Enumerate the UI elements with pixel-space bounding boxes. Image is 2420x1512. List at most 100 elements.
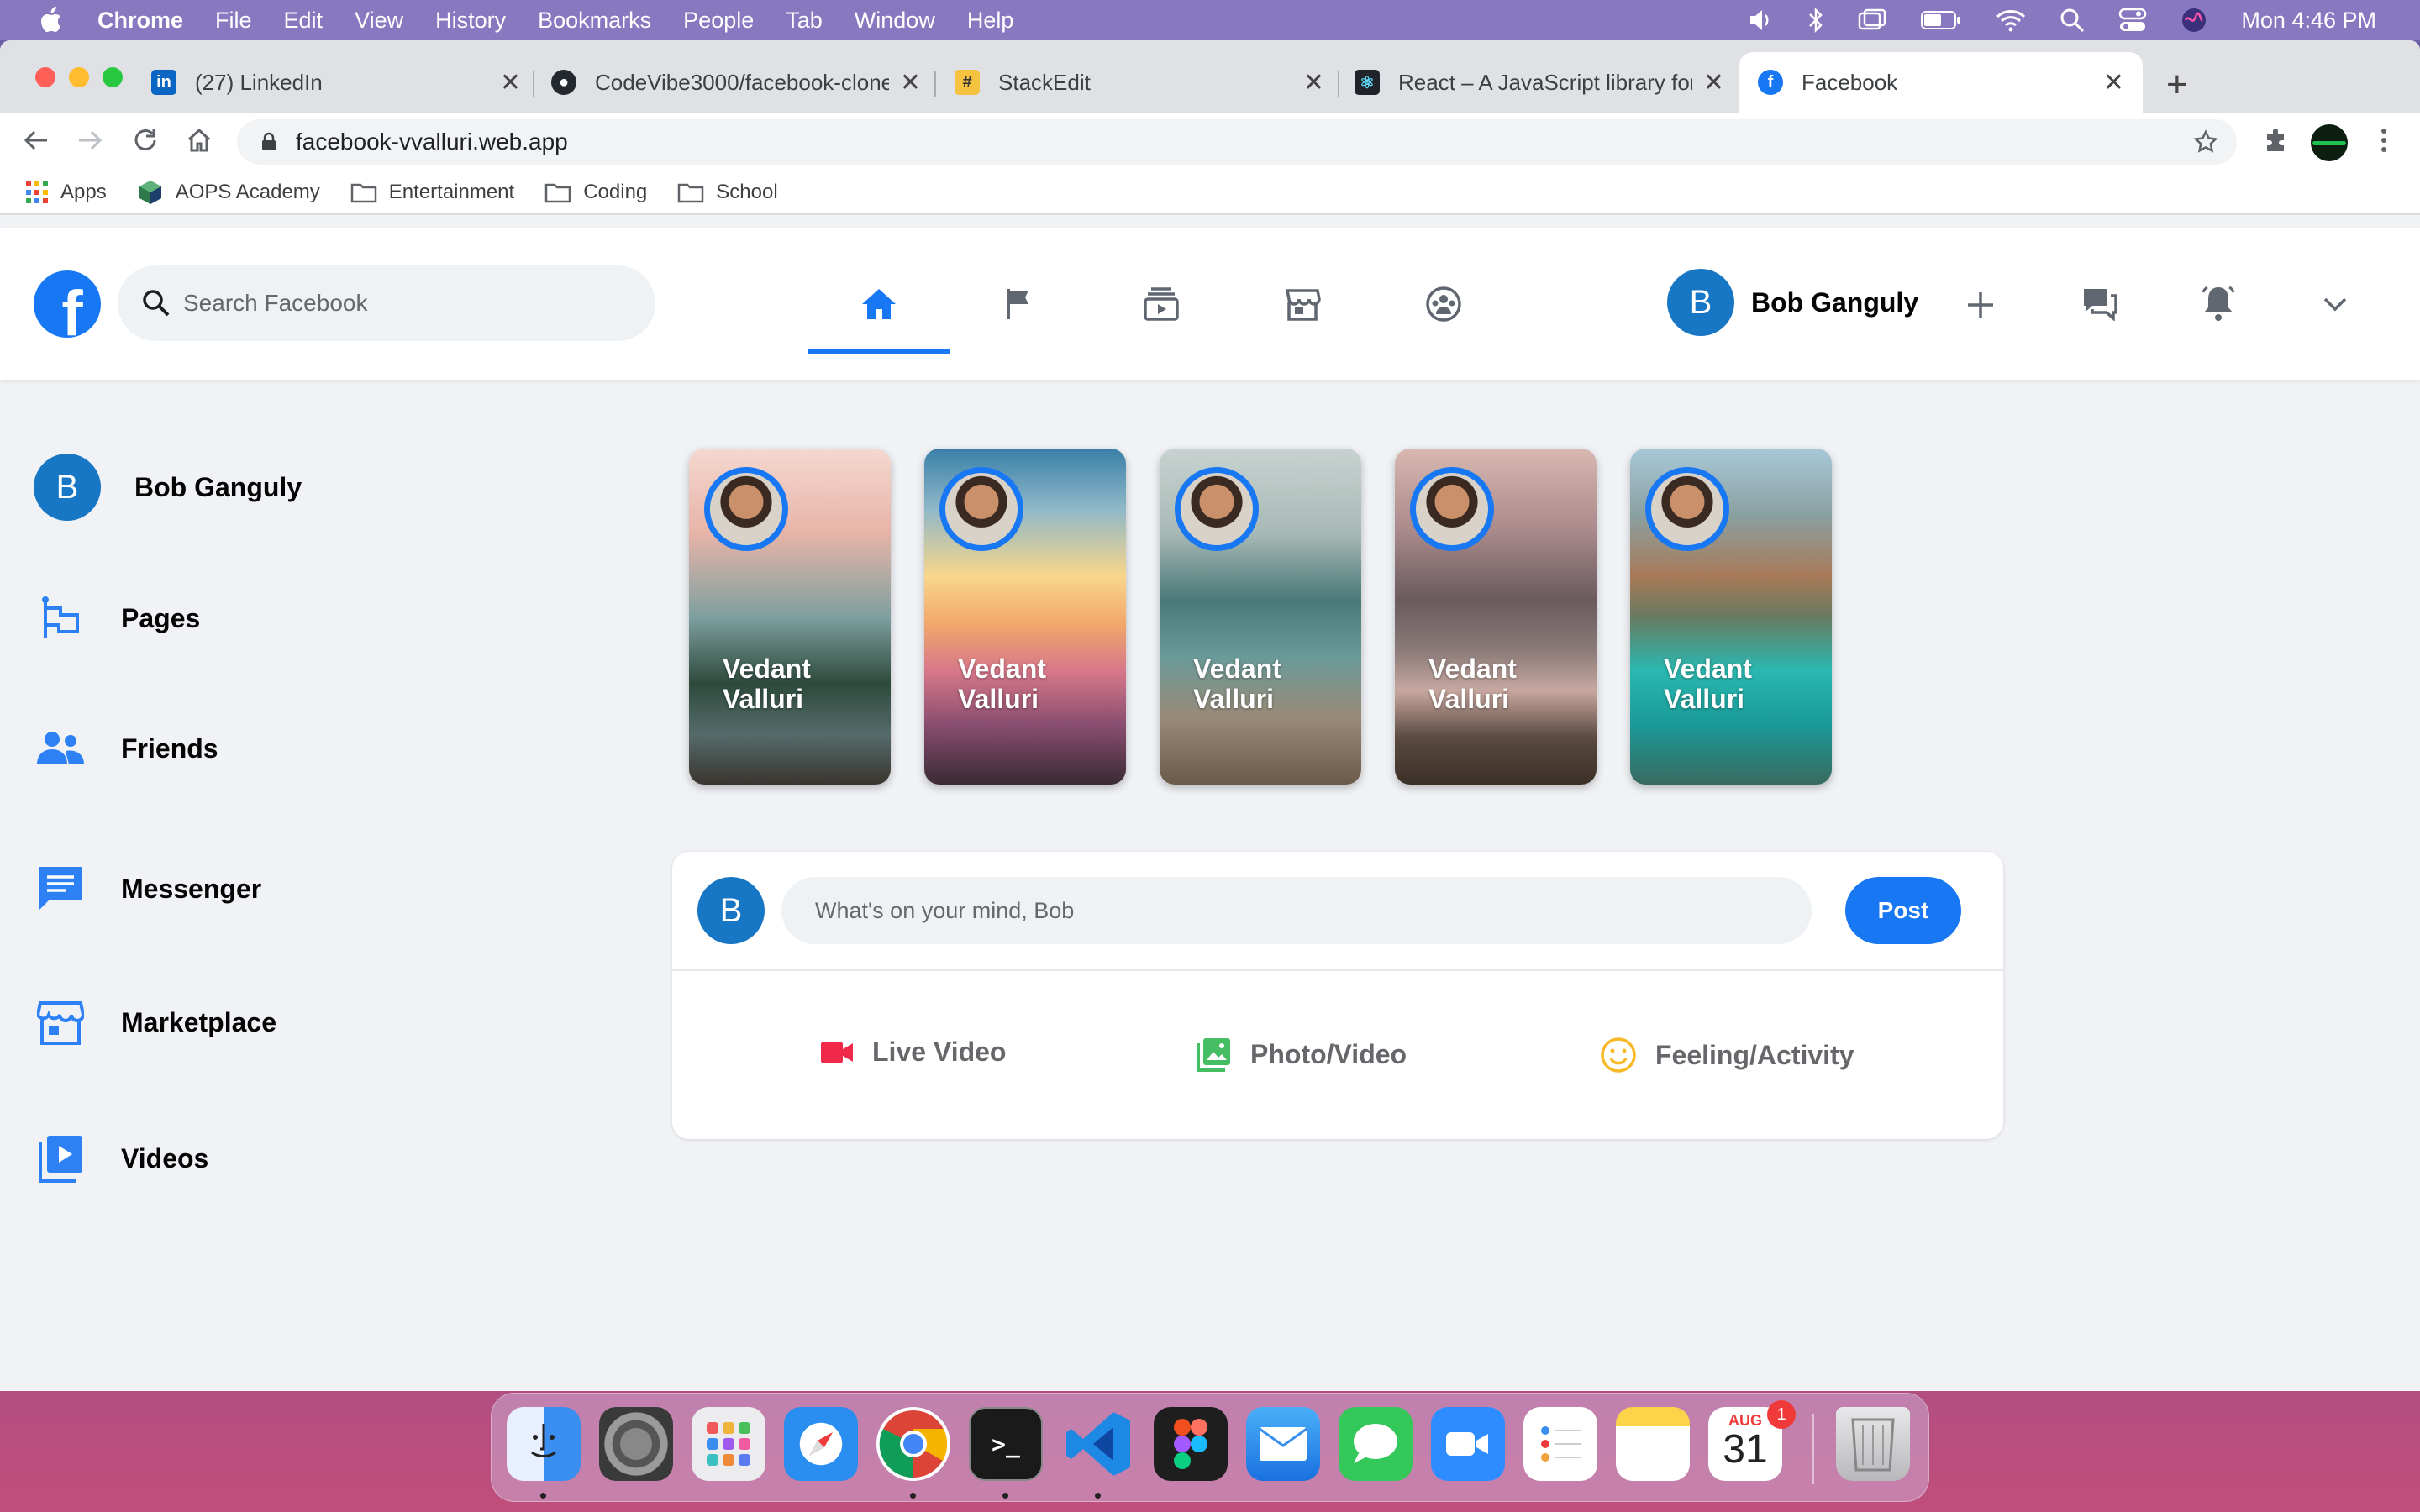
reminders-icon[interactable] bbox=[1523, 1407, 1597, 1481]
post-button[interactable]: Post bbox=[1845, 877, 1961, 944]
more-menu-icon[interactable] bbox=[2371, 126, 2396, 155]
menu-app-name[interactable]: Chrome bbox=[97, 8, 183, 34]
search-placeholder: Search Facebook bbox=[183, 290, 368, 316]
notifications-bell-icon[interactable] bbox=[2200, 284, 2237, 323]
facebook-logo-icon[interactable]: f bbox=[34, 270, 101, 338]
bookmark-aops[interactable]: AOPS Academy bbox=[137, 179, 320, 206]
new-tab-button[interactable]: + bbox=[2166, 64, 2188, 106]
screen-mirroring-icon[interactable] bbox=[1858, 8, 1886, 32]
menu-edit[interactable]: Edit bbox=[284, 8, 324, 34]
create-plus-icon[interactable] bbox=[1966, 291, 1995, 319]
dock-separator bbox=[1812, 1414, 1814, 1484]
tab-title: React – A JavaScript library for bbox=[1398, 69, 1692, 95]
profile-avatar-icon[interactable] bbox=[2311, 124, 2348, 161]
photo-video-button[interactable]: Photo/Video bbox=[1197, 1037, 1407, 1072]
menu-help[interactable]: Help bbox=[967, 8, 1014, 34]
search-field[interactable]: Search Facebook bbox=[118, 265, 655, 341]
vscode-icon[interactable] bbox=[1061, 1407, 1135, 1481]
launchpad-icon[interactable] bbox=[692, 1407, 765, 1481]
lock-icon[interactable] bbox=[260, 132, 277, 152]
wifi-icon[interactable] bbox=[1996, 8, 2026, 32]
close-icon[interactable]: ✕ bbox=[1303, 68, 1324, 97]
tab-linkedin[interactable]: in (27) LinkedIn ✕ bbox=[151, 52, 521, 113]
bookmark-entertainment[interactable]: Entertainment bbox=[350, 181, 514, 204]
close-icon[interactable]: ✕ bbox=[2103, 68, 2124, 97]
nav-groups[interactable] bbox=[1373, 228, 1514, 380]
bookmark-coding[interactable]: Coding bbox=[544, 181, 647, 204]
home-button-icon[interactable] bbox=[185, 126, 213, 155]
finder-icon[interactable] bbox=[507, 1407, 581, 1481]
figma-icon[interactable] bbox=[1154, 1407, 1228, 1481]
header-profile-link[interactable]: B Bob Ganguly bbox=[1667, 269, 1918, 336]
spotlight-search-icon[interactable] bbox=[2060, 8, 2085, 33]
messenger-chat-icon[interactable] bbox=[2082, 287, 2118, 321]
status-input[interactable]: What's on your mind, Bob bbox=[781, 877, 1812, 944]
system-preferences-icon[interactable] bbox=[599, 1407, 673, 1481]
window-controls bbox=[35, 67, 123, 87]
menu-file[interactable]: File bbox=[215, 8, 252, 34]
feeling-activity-button[interactable]: Feeling/Activity bbox=[1600, 1037, 1854, 1074]
forward-icon[interactable] bbox=[76, 126, 104, 155]
reload-icon[interactable] bbox=[131, 126, 160, 155]
nav-watch[interactable] bbox=[1091, 228, 1232, 380]
close-icon[interactable]: ✕ bbox=[894, 67, 921, 97]
story-card[interactable]: Vedant Valluri bbox=[689, 449, 891, 785]
nav-home[interactable] bbox=[808, 228, 950, 380]
back-icon[interactable] bbox=[22, 126, 50, 155]
close-window-button[interactable] bbox=[35, 67, 55, 87]
trash-icon[interactable] bbox=[1836, 1407, 1910, 1481]
maximize-window-button[interactable] bbox=[103, 67, 123, 87]
menu-history[interactable]: History bbox=[435, 8, 506, 34]
bookmark-apps[interactable]: Apps bbox=[25, 181, 107, 204]
menu-people[interactable]: People bbox=[683, 8, 754, 34]
tab-facebook[interactable]: f Facebook ✕ bbox=[1739, 52, 2143, 113]
safari-icon[interactable] bbox=[784, 1407, 858, 1481]
battery-icon[interactable] bbox=[1920, 9, 1962, 31]
messages-icon[interactable] bbox=[1339, 1407, 1413, 1481]
close-icon[interactable]: ✕ bbox=[500, 68, 521, 97]
sidebar-item-pages[interactable]: Pages bbox=[34, 596, 200, 640]
mail-icon[interactable] bbox=[1246, 1407, 1320, 1481]
close-icon[interactable]: ✕ bbox=[1697, 67, 1724, 97]
story-card[interactable]: Vedant Valluri bbox=[1395, 449, 1597, 785]
address-bar[interactable]: facebook-vvalluri.web.app bbox=[237, 119, 2237, 165]
extensions-puzzle-icon[interactable] bbox=[2262, 126, 2291, 155]
zoom-icon[interactable] bbox=[1431, 1407, 1505, 1481]
minimize-window-button[interactable] bbox=[69, 67, 89, 87]
menu-bookmarks[interactable]: Bookmarks bbox=[538, 8, 651, 34]
bluetooth-icon[interactable] bbox=[1807, 8, 1824, 33]
story-avatar bbox=[1645, 467, 1729, 551]
control-center-icon[interactable] bbox=[2118, 8, 2147, 33]
nav-pages[interactable] bbox=[950, 228, 1091, 380]
siri-icon[interactable] bbox=[2181, 7, 2207, 34]
photo-icon bbox=[1197, 1037, 1232, 1072]
menu-view[interactable]: View bbox=[355, 8, 403, 34]
volume-icon[interactable] bbox=[1749, 8, 1774, 32]
sidebar-item-marketplace[interactable]: Marketplace bbox=[34, 1000, 276, 1045]
sidebar-item-profile[interactable]: B Bob Ganguly bbox=[34, 454, 302, 521]
tab-react[interactable]: ⚛ React – A JavaScript library for ✕ bbox=[1355, 52, 1724, 113]
story-card[interactable]: Vedant Valluri bbox=[1160, 449, 1361, 785]
tab-stackedit[interactable]: # StackEdit ✕ bbox=[955, 52, 1324, 113]
sidebar-item-videos[interactable]: Videos bbox=[34, 1134, 208, 1183]
live-video-button[interactable]: Live Video bbox=[820, 1037, 1006, 1068]
bookmark-star-icon[interactable] bbox=[2193, 129, 2218, 155]
apps-grid-icon bbox=[26, 181, 48, 203]
tab-github[interactable]: ● CodeVibe3000/facebook-clone ✕ bbox=[551, 52, 921, 113]
sidebar-item-friends[interactable]: Friends bbox=[34, 731, 218, 766]
account-chevron-down-icon[interactable] bbox=[2323, 296, 2348, 312]
menu-window[interactable]: Window bbox=[855, 8, 935, 34]
sidebar-item-messenger[interactable]: Messenger bbox=[34, 865, 261, 912]
url-text[interactable]: facebook-vvalluri.web.app bbox=[296, 129, 568, 155]
story-card[interactable]: Vedant Valluri bbox=[924, 449, 1126, 785]
chrome-icon[interactable] bbox=[876, 1407, 950, 1481]
apple-logo-icon[interactable] bbox=[34, 6, 67, 34]
terminal-icon[interactable]: >_ bbox=[969, 1407, 1043, 1481]
nav-marketplace[interactable] bbox=[1232, 228, 1373, 380]
notes-icon[interactable] bbox=[1616, 1407, 1690, 1481]
menu-clock[interactable]: Mon 4:46 PM bbox=[2241, 8, 2376, 34]
story-card[interactable]: Vedant Valluri bbox=[1630, 449, 1832, 785]
folder-icon bbox=[350, 183, 377, 203]
menu-tab[interactable]: Tab bbox=[786, 8, 823, 34]
bookmark-school[interactable]: School bbox=[677, 181, 778, 204]
